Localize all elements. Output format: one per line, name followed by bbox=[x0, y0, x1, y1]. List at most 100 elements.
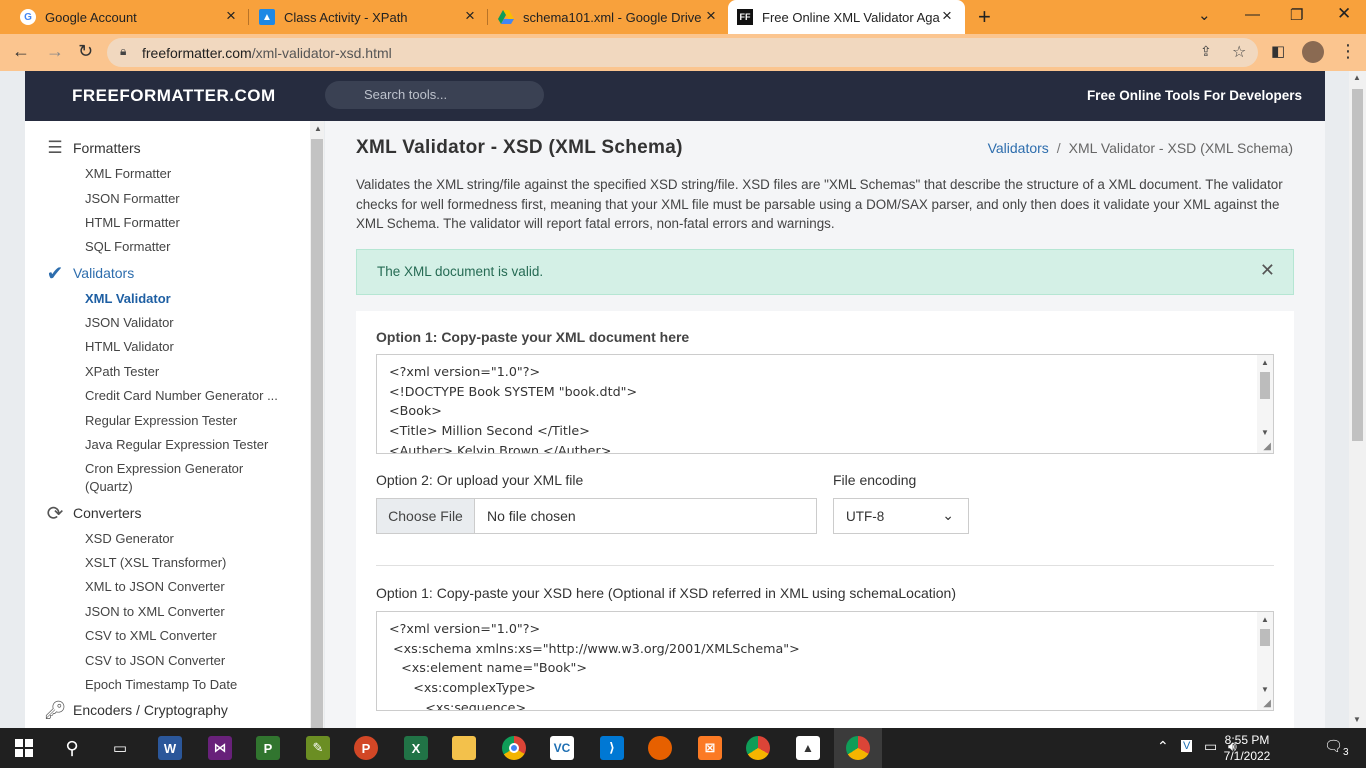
vc-tray-icon[interactable]: V bbox=[1181, 740, 1193, 752]
minimize-button[interactable]: — bbox=[1245, 6, 1260, 23]
resize-grip-icon[interactable]: ◢ bbox=[1263, 441, 1271, 452]
scroll-up-icon[interactable]: ▲ bbox=[1353, 73, 1361, 82]
sidebar-item-xsd-generator[interactable]: XSD Generator bbox=[85, 530, 290, 548]
forward-arrow-icon[interactable]: → bbox=[46, 41, 64, 62]
xampp-icon[interactable]: ⊠ bbox=[686, 728, 734, 768]
resize-grip-icon[interactable]: ◢ bbox=[1263, 698, 1271, 709]
page-title: XML Validator - XSD (XML Schema) bbox=[356, 137, 683, 158]
xml-textarea-content[interactable]: <?xml version="1.0"?> <!DOCTYPE Book SYS… bbox=[377, 355, 1273, 453]
scroll-down-icon[interactable]: ▼ bbox=[1353, 715, 1361, 724]
word-icon[interactable]: W bbox=[146, 728, 194, 768]
page-scrollbar[interactable]: ▲ ▼ bbox=[1349, 71, 1366, 728]
sidebar-section-encoders[interactable]: 🔑︎ Encoders / Cryptography bbox=[44, 700, 228, 720]
excel-icon[interactable]: X bbox=[392, 728, 440, 768]
scroll-down-icon[interactable]: ▼ bbox=[1261, 428, 1269, 437]
sidebar-item-regex-tester[interactable]: Regular Expression Tester bbox=[85, 412, 290, 430]
close-tab-icon[interactable]: × bbox=[465, 6, 475, 26]
address-bar[interactable]: 🔒︎ freeformatter.com/xml-validator-xsd.h… bbox=[107, 38, 1258, 67]
file-upload-input[interactable]: Choose File No file chosen bbox=[376, 498, 817, 534]
sidebar-item-epoch-timestamp[interactable]: Epoch Timestamp To Date bbox=[85, 676, 290, 694]
sidebar-item-credit-card-generator[interactable]: Credit Card Number Generator ... bbox=[85, 387, 290, 405]
tab-search-icon[interactable]: ⌄ bbox=[1198, 6, 1211, 24]
sidebar-item-json-validator[interactable]: JSON Validator bbox=[85, 314, 290, 332]
visio-icon[interactable]: ✎ bbox=[294, 728, 342, 768]
bookmark-star-icon[interactable]: ☆ bbox=[1232, 42, 1246, 62]
scroll-up-icon[interactable]: ▲ bbox=[1261, 358, 1269, 367]
sidebar-scrollbar[interactable]: ▲ bbox=[310, 121, 324, 728]
share-icon[interactable]: ⇪ bbox=[1200, 43, 1212, 60]
xsd-textarea-content[interactable]: <?xml version="1.0"?> <xs:schema xmlns:x… bbox=[377, 612, 1273, 710]
back-arrow-icon[interactable]: ← bbox=[12, 41, 30, 62]
start-icon[interactable] bbox=[0, 728, 48, 768]
xml-textarea[interactable]: <?xml version="1.0"?> <!DOCTYPE Book SYS… bbox=[376, 354, 1274, 454]
url-path: /xml-validator-xsd.html bbox=[251, 45, 392, 61]
tab-xml-validator[interactable]: FF Free Online XML Validator Agains × bbox=[728, 0, 965, 34]
sidebar-item-xslt[interactable]: XSLT (XSL Transformer) bbox=[85, 554, 290, 572]
close-icon[interactable]: ✕ bbox=[1260, 260, 1275, 281]
sidebar-item-csv-to-json[interactable]: CSV to JSON Converter bbox=[85, 652, 290, 670]
sidebar-section-converters[interactable]: ⟳ Converters bbox=[45, 503, 142, 525]
close-tab-icon[interactable]: × bbox=[226, 6, 236, 26]
tab-google-account[interactable]: G Google Account × bbox=[20, 0, 244, 34]
visual-studio-icon[interactable]: ⋈ bbox=[196, 728, 244, 768]
notification-icon[interactable]: 🗨︎3 bbox=[1324, 737, 1349, 758]
sidebar-item-java-regex-tester[interactable]: Java Regular Expression Tester bbox=[85, 436, 290, 454]
photos-icon[interactable]: ▲ bbox=[784, 728, 832, 768]
lock-icon[interactable]: 🔒︎ bbox=[120, 44, 126, 59]
side-panel-icon[interactable]: ◧ bbox=[1271, 42, 1285, 60]
xml-textarea-scrollbar[interactable]: ▲ ▼ bbox=[1257, 355, 1273, 453]
chrome-active-icon[interactable] bbox=[834, 728, 882, 768]
file-explorer-icon[interactable] bbox=[440, 728, 488, 768]
sidebar-scroll-thumb[interactable] bbox=[311, 139, 323, 728]
choose-file-button[interactable]: Choose File bbox=[377, 499, 475, 533]
sidebar-item-html-validator[interactable]: HTML Validator bbox=[85, 338, 290, 356]
sidebar-item-json-formatter[interactable]: JSON Formatter bbox=[85, 190, 290, 208]
url-text[interactable]: freeformatter.com/xml-validator-xsd.html bbox=[142, 45, 392, 61]
search-icon[interactable]: ⚲ bbox=[48, 728, 96, 768]
close-window-button[interactable]: ✕ bbox=[1337, 4, 1351, 24]
avatar[interactable] bbox=[1302, 41, 1324, 63]
scroll-thumb[interactable] bbox=[1260, 372, 1270, 399]
sidebar-item-xml-to-json[interactable]: XML to JSON Converter bbox=[85, 578, 290, 596]
scroll-down-icon[interactable]: ▼ bbox=[1261, 685, 1269, 694]
scroll-up-icon[interactable]: ▲ bbox=[1261, 615, 1269, 624]
project-icon[interactable]: P bbox=[244, 728, 292, 768]
xsd-textarea-scrollbar[interactable]: ▲ ▼ bbox=[1257, 612, 1273, 710]
sidebar-item-xml-validator[interactable]: XML Validator bbox=[85, 290, 290, 308]
xsd-textarea[interactable]: <?xml version="1.0"?> <xs:schema xmlns:x… bbox=[376, 611, 1274, 711]
menu-kebab-icon[interactable]: ⋮ bbox=[1339, 41, 1357, 62]
firefox-icon[interactable] bbox=[636, 728, 684, 768]
close-tab-icon[interactable]: × bbox=[942, 6, 952, 26]
search-tools-input[interactable]: Search tools... bbox=[325, 81, 544, 109]
vscode-icon[interactable]: ⟩ bbox=[588, 728, 636, 768]
breadcrumb-link-validators[interactable]: Validators bbox=[988, 140, 1049, 156]
vc-icon[interactable]: VC bbox=[538, 728, 586, 768]
scroll-up-icon[interactable]: ▲ bbox=[314, 124, 322, 133]
page-scroll-thumb[interactable] bbox=[1352, 89, 1363, 441]
sidebar-section-formatters[interactable]: ☰ Formatters bbox=[45, 138, 140, 158]
sidebar-item-html-formatter[interactable]: HTML Formatter bbox=[85, 214, 290, 232]
chrome-profile-icon[interactable] bbox=[734, 728, 782, 768]
powerpoint-icon[interactable]: P bbox=[342, 728, 390, 768]
sidebar-section-validators[interactable]: ✔ Validators bbox=[45, 263, 135, 285]
task-view-icon[interactable]: ▭ bbox=[96, 728, 144, 768]
restore-button[interactable]: ❐ bbox=[1290, 6, 1303, 24]
close-tab-icon[interactable]: × bbox=[706, 6, 716, 26]
sidebar-item-xml-formatter[interactable]: XML Formatter bbox=[85, 165, 290, 183]
sidebar-item-sql-formatter[interactable]: SQL Formatter bbox=[85, 238, 290, 256]
site-logo[interactable]: FREEFORMATTER.COM bbox=[72, 86, 276, 106]
scroll-thumb[interactable] bbox=[1260, 629, 1270, 646]
sidebar-item-csv-to-xml[interactable]: CSV to XML Converter bbox=[85, 627, 290, 645]
file-encoding-select[interactable]: UTF-8 ⌄ bbox=[833, 498, 969, 534]
sidebar-item-xpath-tester[interactable]: XPath Tester bbox=[85, 363, 290, 381]
reload-icon[interactable]: ↻ bbox=[78, 41, 93, 62]
sidebar-item-cron-generator[interactable]: Cron Expression Generator (Quartz) bbox=[85, 460, 260, 496]
new-tab-button[interactable]: + bbox=[978, 4, 991, 30]
chrome-icon[interactable] bbox=[490, 728, 538, 768]
sidebar-item-json-to-xml[interactable]: JSON to XML Converter bbox=[85, 603, 290, 621]
chevron-up-icon[interactable]: ⌃ bbox=[1157, 738, 1169, 755]
tab-google-drive[interactable]: schema101.xml - Google Drive × bbox=[498, 0, 728, 34]
network-icon[interactable]: ▭ bbox=[1204, 738, 1217, 755]
tab-class-activity[interactable]: ▲ Class Activity - XPath × bbox=[259, 0, 484, 34]
system-clock[interactable]: 8:55 PM 7/1/2022 bbox=[1222, 732, 1272, 764]
